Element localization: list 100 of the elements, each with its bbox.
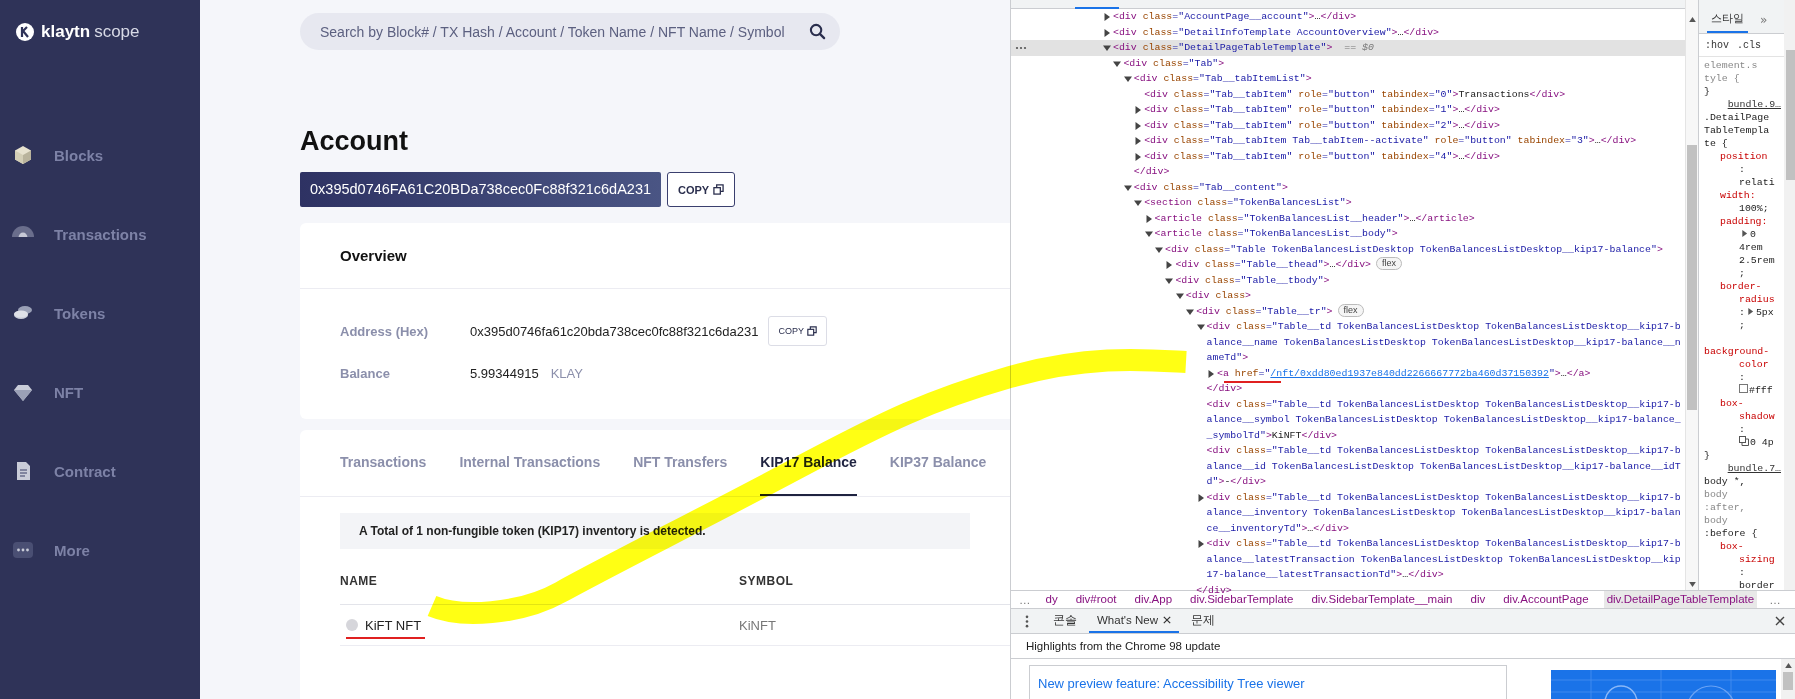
feature-link[interactable]: New preview feature: Accessibility Tree viewer bbox=[1038, 676, 1305, 691]
dom-node-line[interactable]: <div class="Table__tr"> bbox=[1196, 303, 1333, 319]
dom-node-line[interactable]: <div class="DetailInfoTemplate AccountOverview">…</div> bbox=[1113, 24, 1439, 40]
filter-toggle[interactable]: .cls bbox=[1737, 40, 1762, 51]
expanded-triangle-icon[interactable] bbox=[1134, 199, 1143, 207]
dom-node-line[interactable]: <div class> bbox=[1185, 288, 1251, 304]
breadcrumb[interactable]: div.App bbox=[1131, 591, 1176, 608]
menu-icon[interactable] bbox=[1025, 614, 1029, 628]
scrollbar[interactable] bbox=[1784, 0, 1795, 590]
drawer-tab[interactable]: 콘솔 bbox=[1045, 609, 1085, 633]
token-name-link[interactable]: KiFT NFT bbox=[365, 617, 422, 633]
collapsed-triangle-icon[interactable] bbox=[1144, 214, 1153, 223]
dom-node-line[interactable]: </div> bbox=[1206, 381, 1243, 397]
collapsed-triangle-icon[interactable] bbox=[1134, 106, 1143, 114]
collapsed-triangle-icon[interactable] bbox=[1746, 308, 1754, 315]
dom-node-line[interactable]: <div class="Tab"> bbox=[1123, 55, 1225, 71]
css-value[interactable]: 0 bbox=[1750, 229, 1756, 240]
css-value[interactable]: 5px bbox=[1755, 307, 1774, 318]
copy-button[interactable]: COPY bbox=[667, 172, 736, 207]
dom-node-line[interactable]: <div class="Table__td TokenBalancesListDesktop TokenBalancesListDesktop__kip17-balance__inventory TokenBalancesListDesktop TokenBalancesListDesktop__kip17-balance__inventoryTd">…</div> bbox=[1206, 489, 1681, 536]
expanded-triangle-icon[interactable] bbox=[1186, 307, 1195, 316]
expanded-triangle-icon[interactable] bbox=[1103, 44, 1111, 52]
breadcrumb[interactable]: div.SidebarTemplate__main bbox=[1308, 591, 1456, 608]
css-text: box- bbox=[1720, 398, 1744, 409]
filter-toggle[interactable]: :hov bbox=[1705, 40, 1729, 51]
collapsed-triangle-icon[interactable] bbox=[1741, 230, 1748, 237]
expanded-triangle-icon[interactable] bbox=[1123, 75, 1132, 83]
breadcrumb-overflow[interactable]: … bbox=[1019, 593, 1031, 606]
css-text: position bbox=[1720, 151, 1768, 162]
collapsed-triangle-icon[interactable] bbox=[1134, 152, 1143, 161]
logo-product[interactable]: scope bbox=[94, 22, 140, 42]
scroll-up-icon[interactable] bbox=[1784, 663, 1792, 668]
dom-node-line[interactable]: <article class="TokenBalancesList__header">…</article> bbox=[1154, 210, 1475, 226]
breadcrumb[interactable]: div.AccountPage bbox=[1500, 591, 1592, 608]
layout-badge[interactable]: flex bbox=[1337, 303, 1364, 317]
dom-node-line[interactable]: <div class="Table__td TokenBalancesListDesktop TokenBalancesListDesktop__kip17-balance__name TokenBalancesListDesktop TokenBalancesListDesktop__kip17-balance__nameTd"> bbox=[1206, 319, 1681, 366]
dom-node-line[interactable]: <div class="AccountPage__account">…</div> bbox=[1113, 9, 1357, 25]
dom-node-line[interactable]: <div class="Tab__content"> bbox=[1133, 179, 1288, 195]
more-tabs-button[interactable]: » bbox=[1760, 13, 1768, 33]
dom-node-line[interactable]: <div class="Table TokenBalancesListDesktop TokenBalancesListDesktop__kip17-balance"> bbox=[1165, 241, 1663, 257]
dom-node-line[interactable]: <div class="Tab__tabItem" role="button" tabindex="1">…</div> bbox=[1144, 102, 1500, 118]
collapsed-triangle-icon[interactable] bbox=[1165, 261, 1174, 269]
copy-button[interactable]: COPY bbox=[768, 316, 827, 346]
expanded-triangle-icon[interactable] bbox=[1155, 245, 1163, 254]
collapsed-triangle-icon[interactable] bbox=[1207, 369, 1215, 378]
drawer-tab[interactable]: What's New bbox=[1089, 609, 1179, 633]
expanded-triangle-icon[interactable] bbox=[1144, 230, 1153, 238]
breadcrumb[interactable]: div#root bbox=[1072, 591, 1120, 608]
shadow-editor-icon[interactable] bbox=[1739, 436, 1749, 446]
breadcrumb[interactable]: div.DetailPageTableTemplate bbox=[1603, 591, 1758, 608]
tab-label[interactable]: 문제 bbox=[1191, 612, 1215, 628]
expanded-triangle-icon[interactable] bbox=[1113, 59, 1122, 68]
search-icon[interactable] bbox=[809, 23, 826, 40]
expanded-triangle-icon[interactable] bbox=[1196, 323, 1205, 331]
layout-badge[interactable]: flex bbox=[1376, 257, 1403, 270]
close-icon[interactable] bbox=[1163, 616, 1171, 624]
dom-node-line[interactable]: <div class="Tab__tabItem" role="button" tabindex="4">…</div> bbox=[1144, 148, 1500, 164]
card-title: Overview bbox=[340, 247, 407, 264]
dom-node-line[interactable]: <div class="Tab__tabItemList"> bbox=[1133, 71, 1312, 87]
scroll-down-icon[interactable] bbox=[1688, 582, 1696, 587]
dom-node-line[interactable]: <div class="Table__td TokenBalancesListDesktop TokenBalancesListDesktop__kip17-balance__symbol TokenBalancesListDesktop TokenBalancesListDesktop__kip17-balance__symbolTd">KiNFT</div> bbox=[1206, 396, 1681, 443]
expanded-triangle-icon[interactable] bbox=[1165, 276, 1174, 285]
scrollbar[interactable] bbox=[1781, 659, 1795, 699]
collapsed-triangle-icon[interactable] bbox=[1103, 13, 1111, 21]
unit-label: KLAY bbox=[550, 365, 583, 381]
close-icon[interactable] bbox=[1775, 616, 1785, 626]
tab-label[interactable]: What's New bbox=[1097, 614, 1158, 626]
dom-node-line[interactable]: <div class="Table__td TokenBalancesListDesktop TokenBalancesListDesktop__kip17-balance__id TokenBalancesListDesktop TokenBalancesListDesktop__kip17-balance__idTd">-</div> bbox=[1206, 443, 1681, 490]
dom-node-line[interactable]: <a href="/nft/0xdd80ed1937e840dd2266667772ba460d37150392">…</a> bbox=[1217, 365, 1591, 381]
search-field[interactable]: Search by Block# / TX Hash / Account / Token Name / NFT Name / Symbol bbox=[300, 13, 840, 50]
dom-node-line[interactable]: <div class="Table__tbody"> bbox=[1175, 272, 1330, 288]
color-swatch[interactable] bbox=[1739, 384, 1748, 393]
drawer-tab[interactable]: 문제 bbox=[1183, 609, 1223, 633]
breadcrumb[interactable]: dy bbox=[1042, 591, 1061, 608]
dom-node-line[interactable]: <div class="Table__thead">…</div> bbox=[1175, 257, 1372, 273]
tab-label[interactable]: 콘솔 bbox=[1053, 612, 1077, 628]
dom-node-line[interactable]: <section class="TokenBalancesList"> bbox=[1144, 195, 1352, 211]
collapsed-triangle-icon[interactable] bbox=[1196, 540, 1205, 548]
dom-node-line[interactable]: <div class="Table__td TokenBalancesListDesktop TokenBalancesListDesktop__kip17-balance__latestTransaction TokenBalancesListDesktop TokenBalancesListDesktop__kip17-balance__latestTransactionTd">…</div> bbox=[1206, 536, 1681, 583]
breadcrumb-overflow[interactable]: … bbox=[1769, 593, 1781, 606]
collapsed-triangle-icon[interactable] bbox=[1134, 121, 1143, 130]
logo-brand[interactable]: klaytn bbox=[41, 22, 91, 42]
collapsed-triangle-icon[interactable] bbox=[1103, 28, 1111, 37]
source-link[interactable]: bundle.7… bbox=[1727, 463, 1781, 474]
styles-tab[interactable]: 스타일 bbox=[1707, 11, 1748, 33]
expanded-triangle-icon[interactable] bbox=[1123, 183, 1132, 192]
dom-node-line[interactable]: <div class="Tab__tabItem" role="button" tabindex="0">Transactions</div> bbox=[1144, 86, 1566, 102]
source-link[interactable]: bundle.9… bbox=[1727, 99, 1781, 110]
more-dots-icon[interactable] bbox=[1015, 46, 1027, 50]
dom-node-line[interactable]: <div class="DetailPageTableTemplate"> == $0 bbox=[1113, 40, 1374, 56]
breadcrumb[interactable]: div bbox=[1467, 591, 1489, 608]
collapsed-triangle-icon[interactable] bbox=[1196, 493, 1205, 502]
expanded-triangle-icon[interactable] bbox=[1175, 292, 1184, 300]
dom-node-line[interactable]: <article class="TokenBalancesList__body"> bbox=[1154, 226, 1398, 242]
collapsed-triangle-icon[interactable] bbox=[1134, 137, 1143, 145]
dom-node-line[interactable]: </div> bbox=[1133, 164, 1170, 180]
scrollbar[interactable] bbox=[1685, 0, 1698, 590]
scroll-up-icon[interactable] bbox=[1688, 17, 1696, 22]
dom-node-line[interactable]: <div class="Tab__tabItem" role="button" tabindex="2">…</div> bbox=[1144, 117, 1500, 133]
dom-node-line[interactable]: <div class="Tab__tabItem Tab__tabItem--activate" role="button" tabindex="3">…</div> bbox=[1144, 133, 1637, 149]
